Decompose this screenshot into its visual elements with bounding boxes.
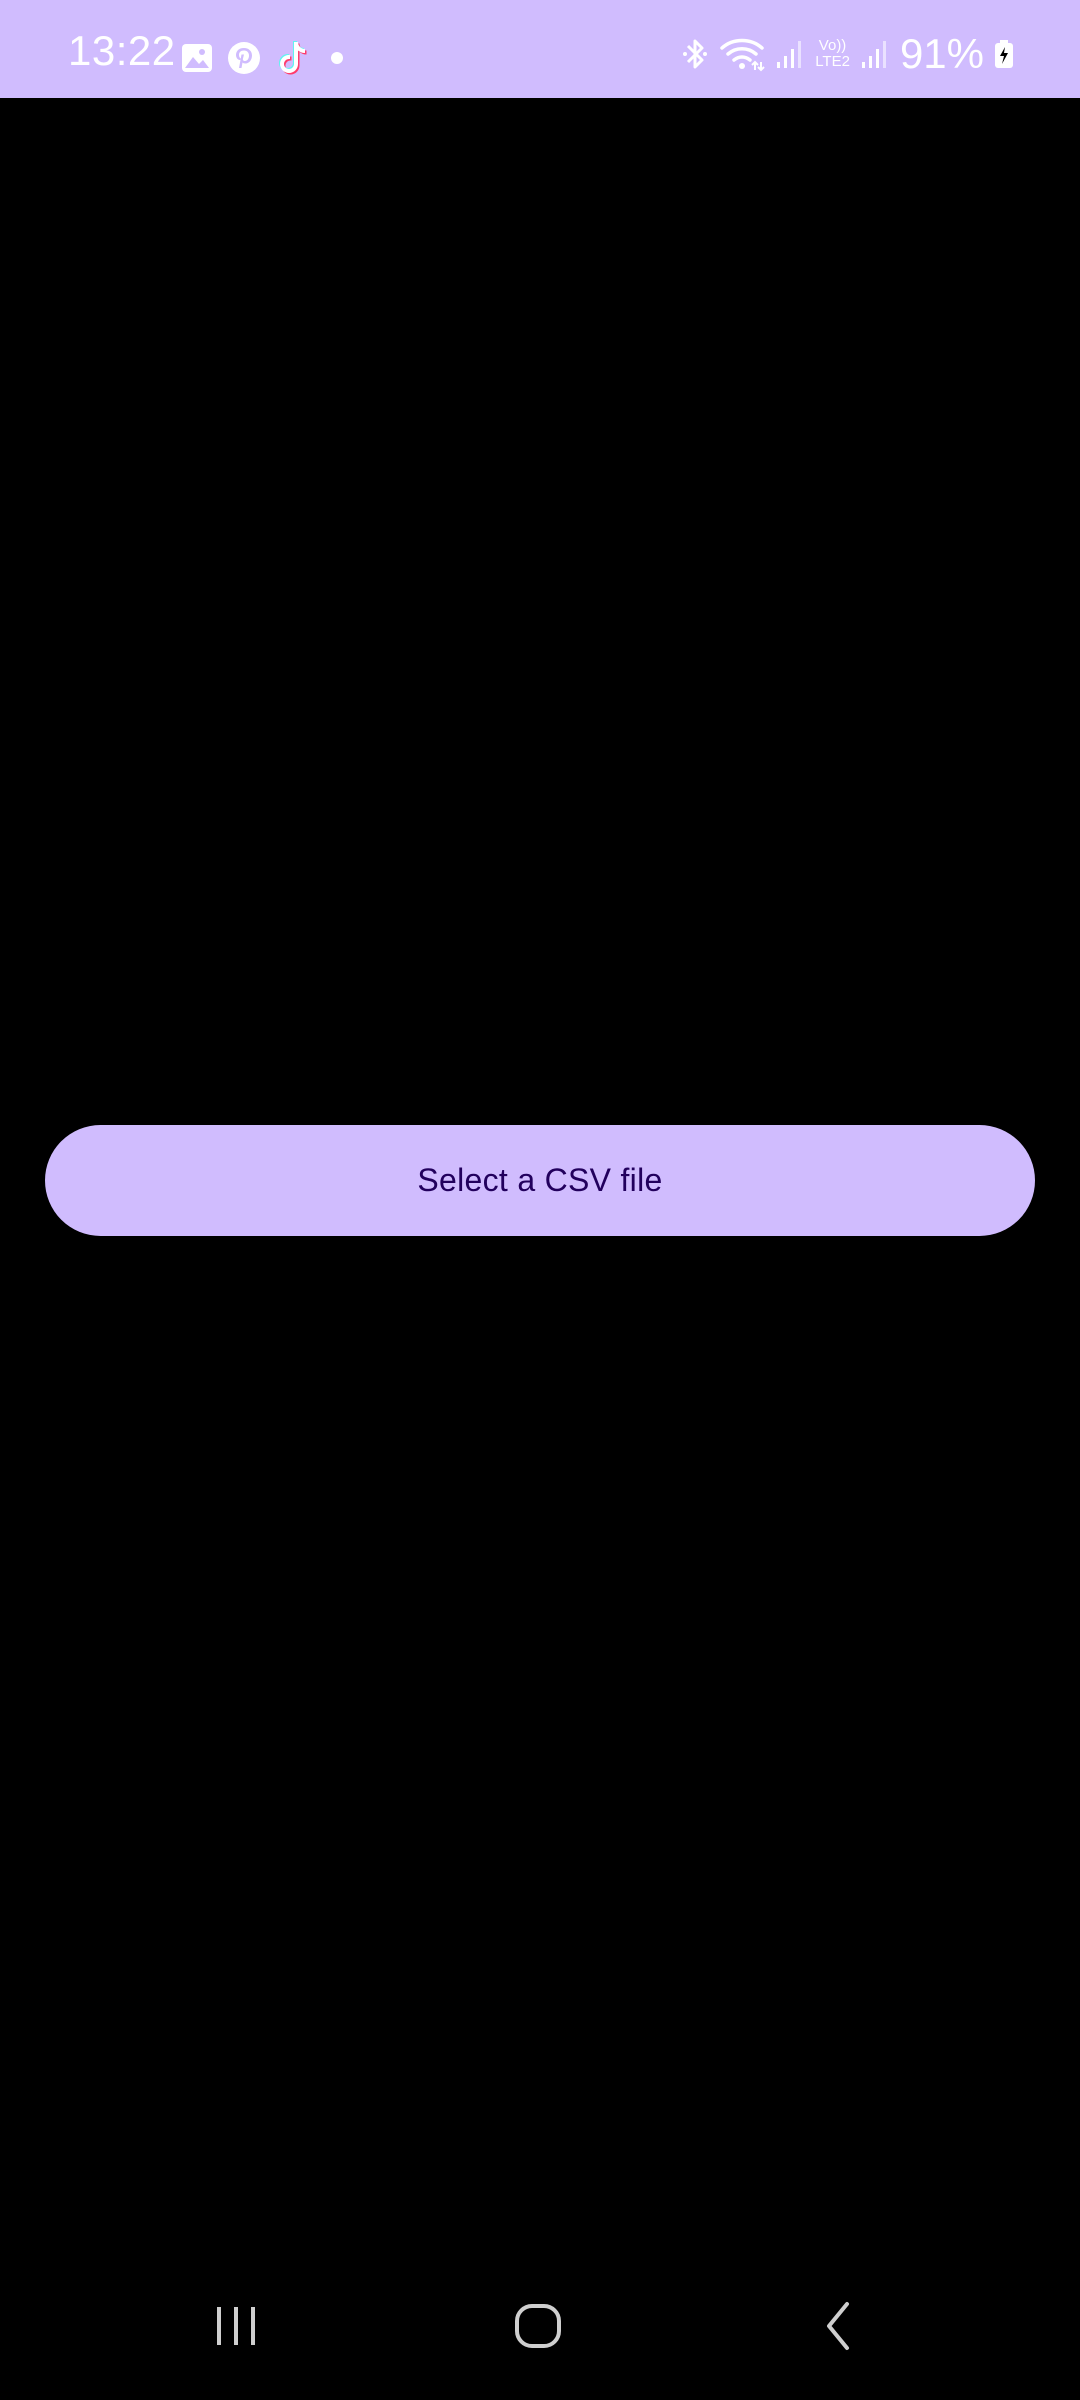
- home-icon: [513, 2301, 563, 2356]
- lte-label: LTE2: [815, 53, 850, 70]
- back-icon: [815, 2301, 865, 2356]
- battery-percentage: 91%: [899, 30, 984, 77]
- status-time: 13:22: [68, 27, 176, 74]
- wifi-icon: [719, 36, 765, 72]
- home-button[interactable]: [478, 2288, 598, 2368]
- gallery-icon: [180, 41, 214, 75]
- battery-charging-icon: [994, 39, 1014, 69]
- select-csv-button[interactable]: Select a CSV file: [45, 1125, 1035, 1236]
- main-content: Select a CSV file: [0, 98, 1080, 2248]
- signal-icon-2: [860, 38, 890, 70]
- status-bar: 13:22 Vo)) LTE2 91%: [0, 0, 1080, 98]
- tiktok-icon: [274, 38, 310, 78]
- notification-icons: [180, 38, 352, 78]
- recents-icon: [211, 2301, 261, 2356]
- system-status-icons: Vo)) LTE2 91%: [681, 30, 1014, 77]
- navigation-bar: [0, 2248, 1080, 2400]
- back-button[interactable]: [780, 2288, 900, 2368]
- volte-indicator: Vo)) LTE2: [815, 38, 850, 70]
- pinterest-icon: [226, 40, 262, 76]
- app-screen: 13:22 Vo)) LTE2 91% Select a CSV file: [0, 0, 1080, 2400]
- bluetooth-icon: [681, 36, 709, 72]
- volte-label: Vo)): [818, 37, 847, 54]
- dot-icon: [322, 43, 352, 73]
- recents-button[interactable]: [176, 2288, 296, 2368]
- signal-icon: [775, 38, 805, 70]
